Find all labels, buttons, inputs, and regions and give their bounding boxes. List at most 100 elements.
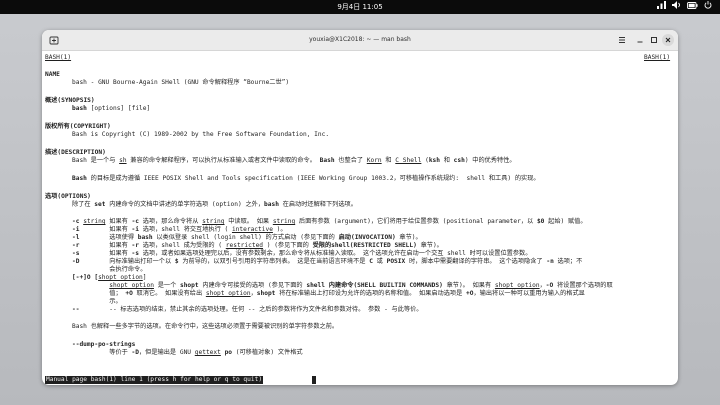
text-fragment: -c	[72, 218, 84, 225]
text-fragment: 以类似登录 shell (login shell) 的方式启动 (参见下面的	[152, 234, 339, 241]
text-fragment: restricted	[225, 242, 264, 249]
clock[interactable]: 9月4日 11:05	[0, 0, 720, 14]
text-fragment: shopt_option	[98, 274, 143, 281]
section-copyright-heading: 版权所有(COPYRIGHT)	[45, 123, 111, 130]
text-fragment: BASH(1)	[45, 54, 72, 61]
text-fragment: shell 内建命令(SHELL BUILTIN COMMANDS)	[306, 282, 443, 289]
text-fragment: 选项使得	[79, 234, 138, 241]
volume-icon	[672, 0, 681, 14]
section-synopsis-heading: 概述(SYNOPSIS)	[45, 97, 95, 104]
text-fragment: -c	[131, 218, 140, 225]
text-fragment: 章节)。	[395, 234, 422, 241]
text-fragment: 如果有	[79, 242, 132, 249]
text-fragment: -r	[131, 242, 139, 249]
maximize-button[interactable]	[648, 34, 660, 46]
option-dump-po-strings-desc: 等价于 -D，但是输出是 GNU gettext po (可移植对象) 文件格式	[72, 349, 303, 357]
option-i: -i 如果有 -i 选项，shell 将交互地执行 ( interactive …	[72, 226, 287, 234]
text-fragment: 为前导的，以双引号引用的字符串列表。 这是在当前语言环境不是	[178, 258, 370, 265]
text-fragment: csh	[453, 157, 465, 164]
maximize-icon	[651, 37, 657, 43]
option-D-cont: 会执行命令。	[72, 266, 147, 273]
text-fragment: bash	[137, 234, 153, 241]
terminal-cursor	[312, 376, 316, 384]
text-fragment: po	[224, 349, 233, 356]
option-r: -r 如果有 -r 选项，shell 成为受限的 ( restricted ) …	[72, 242, 443, 250]
text-fragment: 也整合了	[334, 157, 367, 164]
text-fragment: -s	[131, 250, 139, 257]
description-paragraph-2: Bash 的目标是成为遵循 IEEE POSIX Shell and Tools…	[72, 175, 540, 183]
text-fragment: shopt_option	[494, 282, 540, 289]
text-fragment: 等价于	[72, 349, 132, 356]
text-fragment: 后面有参数 (argument)，它们将用于给位置参数 (positional …	[295, 218, 537, 225]
man-header-left: BASH(1)	[45, 54, 71, 62]
text-fragment: 章节)。 如果有	[442, 282, 495, 289]
text-fragment: 受限的shell(RESTRICTED SHELL)	[312, 242, 417, 249]
text-fragment: Bash 是一个与	[72, 157, 120, 164]
battery-icon	[687, 0, 698, 14]
text-fragment: 和	[381, 157, 396, 164]
text-fragment: set	[94, 201, 106, 208]
text-fragment: bash	[72, 105, 87, 112]
text-fragment: 和	[440, 157, 454, 164]
text-fragment: C Shell	[395, 157, 422, 164]
text-fragment: bash	[264, 201, 279, 208]
text-fragment: interactive	[231, 226, 273, 233]
text-fragment: 或	[372, 258, 387, 265]
option-c: -c string 如果有 -c 选项，那么命令将从 string 中读取。 如…	[72, 218, 587, 226]
text-fragment: -n	[546, 258, 554, 265]
text-fragment: 启动(INVOCATION)	[338, 234, 396, 241]
pager-status-line: Manual page bash(1) line 1 (press h for …	[45, 376, 264, 384]
text-fragment: gettext	[194, 349, 221, 356]
close-icon	[665, 37, 671, 43]
text-fragment: 向标准输出打印一个以	[79, 258, 175, 265]
man-header-right: BASH(1)	[644, 54, 670, 62]
window-titlebar[interactable]: youxia@X1C2018: ~ — man bash	[42, 30, 678, 51]
text-fragment: -D	[131, 349, 139, 356]
text-fragment: 选项，shell 将交互地执行 (	[139, 226, 232, 233]
menu-button[interactable]	[616, 34, 628, 46]
terminal-content[interactable]: BASH(1) BASH(1) NAME bash - GNU Bourne-A…	[42, 51, 678, 385]
text-fragment: ksh	[428, 157, 441, 164]
text-fragment: 是一个	[153, 282, 180, 289]
synopsis-line: bash [options] [file]	[72, 105, 150, 113]
text-fragment: 选项，那么命令将从	[139, 218, 203, 225]
text-fragment: Bash	[72, 175, 87, 182]
terminal-window[interactable]: youxia@X1C2018: ~ — man bash BASH(1) BAS…	[42, 30, 678, 385]
text-fragment: ) (参见下面的	[263, 242, 313, 249]
text-fragment: [-+]O [	[72, 274, 99, 281]
power-icon	[704, 0, 712, 14]
text-fragment: 将在标准输出上打印设为允许的选项的名称和值。 如果启动选项是	[275, 290, 467, 297]
text-fragment: -i	[131, 226, 139, 233]
text-fragment: 将设置那个选项的取	[553, 282, 613, 289]
text-fragment: ，但是输出是 GNU	[139, 349, 195, 356]
text-fragment: string	[272, 218, 296, 225]
close-button[interactable]	[662, 34, 674, 46]
text-fragment: ，输出将以一种可以重用为输入的格式显	[473, 290, 585, 297]
minimize-button[interactable]	[634, 34, 646, 46]
text-fragment: BASH(1)	[644, 54, 671, 61]
text-fragment: POSIX	[386, 258, 406, 265]
text-fragment: [options] [file]	[86, 105, 151, 112]
option-dump-po-strings: --dump-po-strings	[72, 341, 136, 348]
description-paragraph-1: Bash 是一个与 sh 兼容的命令解释程序，可以执行从标准输入或者文件中读取的…	[72, 157, 516, 165]
text-fragment: shopt	[179, 282, 199, 289]
option-l: -l 选项使得 bash 以类似登录 shell (login shell) 的…	[72, 234, 422, 242]
text-fragment: shopt_option	[205, 290, 251, 297]
text-fragment: 章节)。	[416, 242, 443, 249]
multi-char-options-text: Bash 也解释一些多字节的选项。在命令行中，这些选项必须置于需要被识别的单字符…	[72, 323, 339, 330]
minimize-icon	[637, 41, 643, 43]
text-fragment: shopt_option	[109, 282, 154, 289]
text-fragment: -- 标志选项的结束，禁止其余的选项处理。任何 -- 之后的参数将作为文件名和参…	[79, 306, 423, 313]
text-fragment: 中读取。 如果	[224, 218, 273, 225]
text-fragment: 选项，或者如果选项处理完以后，没有参数剩余，那么命令将从标准输入读取。 这个选项…	[139, 250, 532, 257]
option-O-line-2: 值； +O 取消它。 如果没有给出 shopt_option，shopt 将在标…	[72, 290, 585, 298]
text-fragment: 值；	[72, 290, 126, 297]
text-fragment: string	[202, 218, 225, 225]
text-fragment: 的目标是成为遵循 IEEE POSIX Shell and Tools spec…	[86, 175, 540, 182]
text-fragment: Bash	[319, 157, 335, 164]
text-fragment: (可移植对象) 文件格式	[232, 349, 303, 356]
text-fragment: 如果有	[79, 226, 132, 233]
text-fragment: 内建命令可接受的选项 (参见下面的	[198, 282, 307, 289]
hamburger-menu-icon	[619, 37, 625, 43]
system-tray[interactable]	[657, 0, 712, 14]
